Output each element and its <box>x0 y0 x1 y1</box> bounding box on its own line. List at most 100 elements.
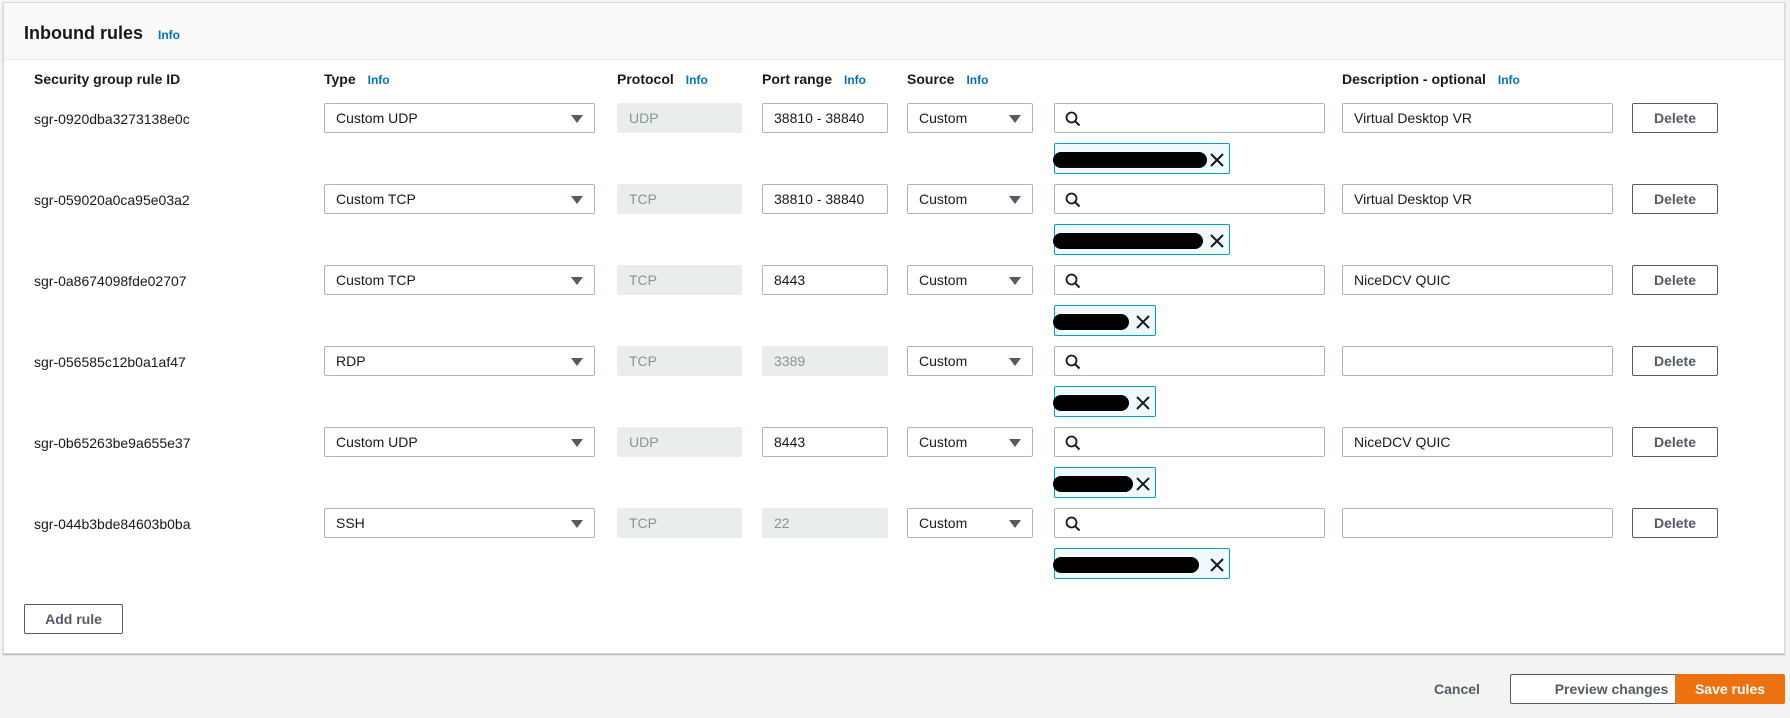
source-select-value: Custom <box>919 353 968 369</box>
delete-button[interactable]: Delete <box>1632 346 1718 376</box>
source-select[interactable]: Custom <box>907 508 1033 538</box>
rule-id: sgr-0b65263be9a655e37 <box>34 435 191 451</box>
port-range-input[interactable]: 8443 <box>762 265 888 295</box>
rule-id: sgr-0a8674098fde02707 <box>34 273 187 289</box>
type-select[interactable]: Custom UDP <box>324 103 595 133</box>
source-select-value: Custom <box>919 110 968 126</box>
search-icon <box>1065 516 1081 532</box>
description-input[interactable] <box>1342 346 1613 376</box>
caret-down-icon <box>571 520 583 528</box>
source-select[interactable]: Custom <box>907 184 1033 214</box>
protocol-field: TCP <box>617 184 742 214</box>
protocol-field: TCP <box>617 346 742 376</box>
close-icon[interactable] <box>1135 395 1151 411</box>
redacted-value <box>1053 314 1129 330</box>
type-select-value: Custom TCP <box>336 191 416 207</box>
description-input[interactable]: Virtual Desktop VR <box>1342 184 1613 214</box>
delete-button[interactable]: Delete <box>1632 103 1718 133</box>
redacted-value <box>1053 233 1203 249</box>
rule-row: sgr-059020a0ca95e03a2 Custom TCP TCP 388… <box>4 184 1784 265</box>
source-search-input[interactable] <box>1054 103 1325 133</box>
protocol-field: UDP <box>617 103 742 133</box>
source-select[interactable]: Custom <box>907 103 1033 133</box>
source-token <box>1053 548 1230 579</box>
caret-down-icon <box>1009 358 1021 366</box>
caret-down-icon <box>571 439 583 447</box>
col-header-description: Description - optional Info <box>1342 71 1520 87</box>
search-icon <box>1065 435 1081 451</box>
type-info-link[interactable]: Info <box>368 73 390 87</box>
caret-down-icon <box>1009 196 1021 204</box>
panel-title: Inbound rules <box>24 23 143 43</box>
col-header-rule-id: Security group rule ID <box>34 71 180 87</box>
type-select[interactable]: Custom UDP <box>324 427 595 457</box>
col-header-rule-id-label: Security group rule ID <box>34 71 181 87</box>
description-input[interactable] <box>1342 508 1613 538</box>
type-select[interactable]: Custom TCP <box>324 184 595 214</box>
type-select[interactable]: SSH <box>324 508 595 538</box>
source-select[interactable]: Custom <box>907 265 1033 295</box>
protocol-info-link[interactable]: Info <box>686 73 708 87</box>
delete-button[interactable]: Delete <box>1632 265 1718 295</box>
inbound-rules-panel: Inbound rules Info Security group rule I… <box>3 2 1785 654</box>
type-select[interactable]: RDP <box>324 346 595 376</box>
col-header-type-label: Type <box>324 71 356 87</box>
caret-down-icon <box>1009 115 1021 123</box>
search-icon <box>1065 192 1081 208</box>
caret-down-icon <box>1009 439 1021 447</box>
port-range-input[interactable]: 38810 - 38840 <box>762 184 888 214</box>
type-select[interactable]: Custom TCP <box>324 265 595 295</box>
type-select-value: Custom UDP <box>336 110 418 126</box>
col-header-protocol-label: Protocol <box>617 71 674 87</box>
redacted-value <box>1053 395 1129 411</box>
source-select-value: Custom <box>919 434 968 450</box>
close-icon[interactable] <box>1209 152 1225 168</box>
description-info-link[interactable]: Info <box>1498 73 1520 87</box>
description-input[interactable]: Virtual Desktop VR <box>1342 103 1613 133</box>
close-icon[interactable] <box>1209 557 1225 573</box>
port-range-field: 22 <box>762 508 888 538</box>
save-rules-button[interactable]: Save rules <box>1675 674 1785 704</box>
source-select-value: Custom <box>919 272 968 288</box>
rule-id: sgr-044b3bde84603b0ba <box>34 516 191 532</box>
delete-button[interactable]: Delete <box>1632 184 1718 214</box>
panel-header: Inbound rules Info <box>4 3 1784 60</box>
type-select-value: SSH <box>336 515 365 531</box>
source-search-input[interactable] <box>1054 346 1325 376</box>
col-header-protocol: Protocol Info <box>617 71 708 87</box>
source-select[interactable]: Custom <box>907 427 1033 457</box>
source-search-input[interactable] <box>1054 508 1325 538</box>
rule-id: sgr-056585c12b0a1af47 <box>34 354 186 370</box>
rule-row: sgr-0b65263be9a655e37 Custom UDP UDP 844… <box>4 427 1784 508</box>
add-rule-button[interactable]: Add rule <box>24 604 123 634</box>
description-input[interactable]: NiceDCV QUIC <box>1342 427 1613 457</box>
close-icon[interactable] <box>1135 476 1151 492</box>
search-icon <box>1065 111 1081 127</box>
port-range-input[interactable]: 8443 <box>762 427 888 457</box>
col-header-description-label: Description - optional <box>1342 71 1486 87</box>
delete-button[interactable]: Delete <box>1632 427 1718 457</box>
source-token <box>1053 386 1156 417</box>
source-search-input[interactable] <box>1054 184 1325 214</box>
redacted-value <box>1053 557 1199 573</box>
source-select[interactable]: Custom <box>907 346 1033 376</box>
source-info-link[interactable]: Info <box>966 73 988 87</box>
source-token <box>1053 467 1156 498</box>
port-range-info-link[interactable]: Info <box>844 73 866 87</box>
title-info-link[interactable]: Info <box>158 28 180 42</box>
redacted-value <box>1053 152 1207 168</box>
source-search-input[interactable] <box>1054 427 1325 457</box>
description-input[interactable]: NiceDCV QUIC <box>1342 265 1613 295</box>
caret-down-icon <box>571 358 583 366</box>
col-header-port-range: Port range Info <box>762 71 866 87</box>
source-token <box>1053 143 1230 174</box>
source-search-input[interactable] <box>1054 265 1325 295</box>
protocol-field: TCP <box>617 265 742 295</box>
delete-button[interactable]: Delete <box>1632 508 1718 538</box>
port-range-input[interactable]: 38810 - 38840 <box>762 103 888 133</box>
source-select-value: Custom <box>919 191 968 207</box>
close-icon[interactable] <box>1135 314 1151 330</box>
close-icon[interactable] <box>1209 233 1225 249</box>
col-header-type: Type Info <box>324 71 390 87</box>
cancel-button[interactable]: Cancel <box>1434 681 1480 697</box>
